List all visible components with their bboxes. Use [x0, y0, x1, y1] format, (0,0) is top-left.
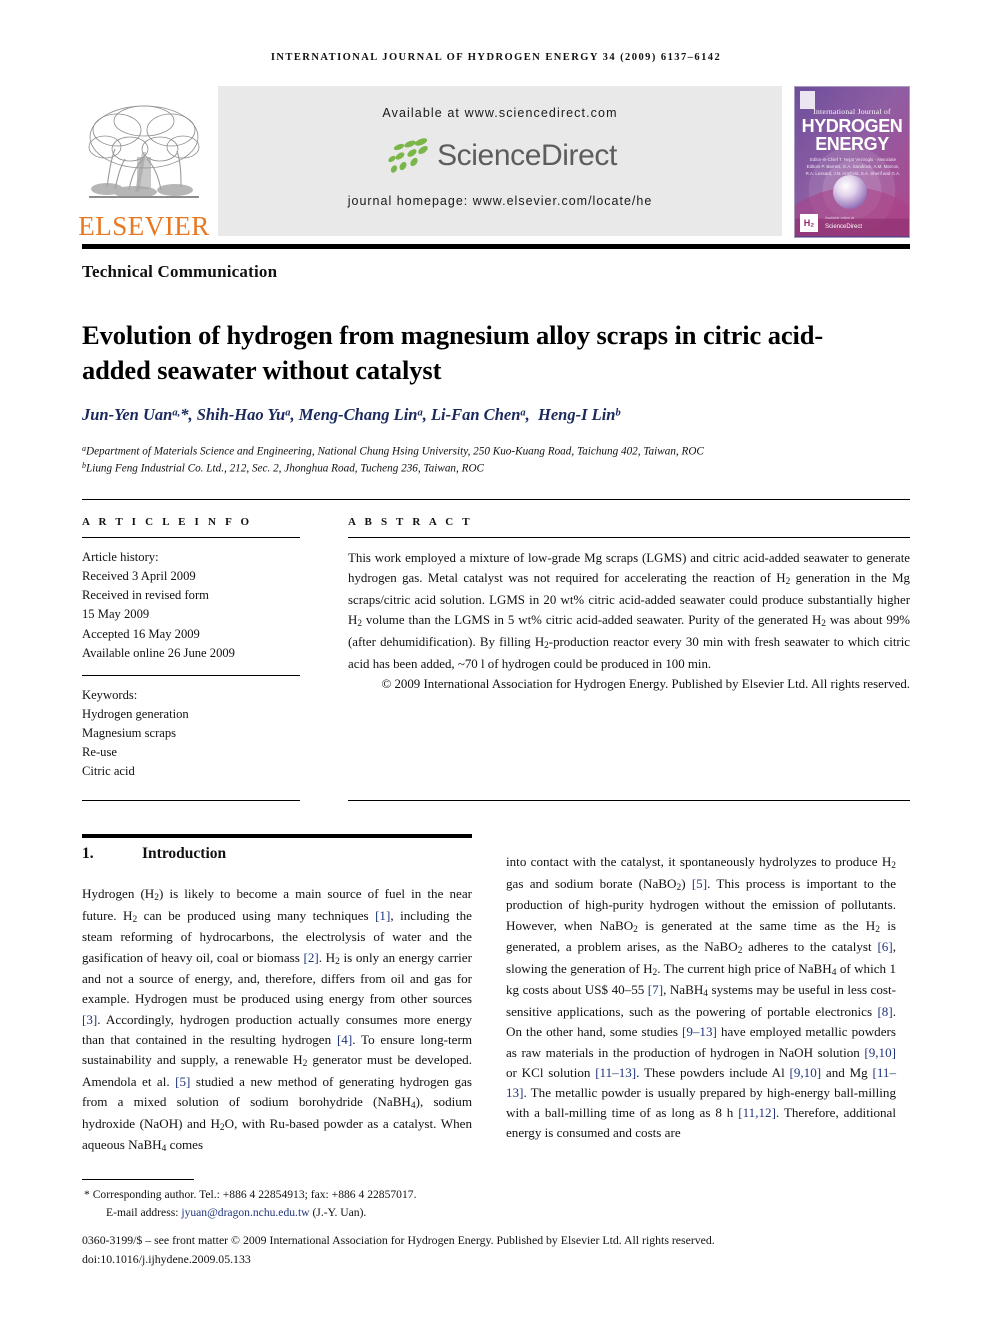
- keywords-divider: [82, 674, 300, 676]
- journal-homepage-text: journal homepage: www.elsevier.com/locat…: [347, 194, 653, 208]
- elsevier-tree-icon: [88, 105, 200, 198]
- masthead-divider: [82, 244, 910, 249]
- keyword-item: Re-use: [82, 745, 117, 760]
- keywords-block: Keywords: Hydrogen generation Magnesium …: [82, 686, 300, 782]
- section-title: Introduction: [142, 845, 227, 862]
- section-number: 1.: [82, 845, 94, 862]
- email-note: E-mail address: jyuan@dragon.nchu.edu.tw…: [106, 1205, 367, 1219]
- keyword-item: Hydrogen generation: [82, 706, 189, 721]
- abstract-copyright: © 2009 International Association for Hyd…: [381, 677, 910, 692]
- section-heading: 1. Introduction: [82, 845, 472, 863]
- author-list: Jun-Yen Uana,*, Shih-Hao Yua, Meng-Chang…: [82, 405, 621, 424]
- affiliation-b: bLiung Feng Industrial Co. Ltd., 212, Se…: [82, 461, 484, 475]
- history-item: Available online 26 June 2009: [82, 645, 235, 660]
- sciencedirect-banner: Available at www.sciencedirect.com Scien…: [218, 86, 782, 236]
- keyword-item: Citric acid: [82, 764, 135, 779]
- history-item: 15 May 2009: [82, 607, 150, 622]
- keyword-item: Magnesium scraps: [82, 726, 177, 741]
- footnote-block: * Corresponding author. Tel.: +886 4 228…: [82, 1186, 910, 1222]
- sciencedirect-leaves-icon: [388, 138, 428, 173]
- abstract-text: This work employed a mixture of low-grad…: [348, 551, 911, 671]
- elsevier-logo: ELSEVIER: [78, 86, 209, 240]
- footnote-divider: [82, 1179, 194, 1180]
- elsevier-wordmark: ELSEVIER: [78, 211, 210, 241]
- abstract-top-divider: [82, 499, 910, 500]
- history-item: Accepted 16 May 2009: [82, 626, 200, 641]
- keywords-label: Keywords:: [82, 687, 138, 702]
- abstract-label: A B S T R A C T: [348, 516, 473, 528]
- imprint-block: 0360-3199/$ – see front matter © 2009 In…: [82, 1231, 910, 1269]
- abstract-rule: [348, 537, 910, 538]
- abstract-bottom-divider: [348, 800, 910, 801]
- article-info-bottom-divider: [82, 800, 300, 801]
- sciencedirect-logo: ScienceDirect: [383, 134, 617, 178]
- cover-title-energy: ENERGY: [815, 134, 889, 154]
- paper-page: International Journal of Hydrogen Energy…: [0, 0, 992, 1323]
- issn-line: 0360-3199/$ – see front matter © 2009 In…: [82, 1233, 715, 1247]
- history-item: Received 3 April 2009: [82, 569, 196, 584]
- affiliation-a: aDepartment of Materials Science and Eng…: [82, 444, 704, 458]
- article-history-block: Article history: Received 3 April 2009 R…: [82, 548, 300, 663]
- cover-h2-badge-icon: H₂: [800, 214, 818, 232]
- article-history-label: Article history:: [82, 550, 159, 564]
- article-info-label: A R T I C L E I N F O: [82, 516, 253, 528]
- sciencedirect-wordmark: ScienceDirect: [437, 139, 617, 172]
- corresponding-author-note: * Corresponding author. Tel.: +886 4 228…: [84, 1188, 417, 1201]
- cover-sphere-graphic: [833, 175, 867, 209]
- page-title: Evolution of hydrogen from magnesium all…: [82, 319, 824, 385]
- cover-sd-caption: Available online at: [825, 216, 855, 220]
- article-info-rule: [82, 537, 300, 538]
- doi-line: doi:10.1016/j.ijhydene.2009.05.133: [82, 1251, 251, 1266]
- cover-title-small: International Journal of: [813, 107, 891, 116]
- masthead: ELSEVIER Available at www.sciencedirect.…: [78, 86, 910, 240]
- cover-sciencedirect-label: ScienceDirect: [825, 224, 863, 230]
- section-heading-bar: [82, 834, 472, 838]
- body-column-right: into contact with the catalyst, it spont…: [506, 854, 897, 1141]
- body-column-left: Hydrogen (H2) is likely to become a main…: [82, 886, 473, 1155]
- document-type-label: Technical Communication: [82, 262, 278, 281]
- abstract-column: A B S T R A C T This work employed a mix…: [348, 516, 910, 695]
- article-info-column: A R T I C L E I N F O Article history: R…: [82, 516, 300, 782]
- history-item: Received in revised form: [82, 588, 209, 603]
- journal-cover-thumbnail: International Journal of HYDROGEN ENERGY…: [794, 86, 910, 238]
- available-at-text: Available at www.sciencedirect.com: [382, 106, 618, 120]
- running-head: International Journal of Hydrogen Energy…: [270, 52, 722, 63]
